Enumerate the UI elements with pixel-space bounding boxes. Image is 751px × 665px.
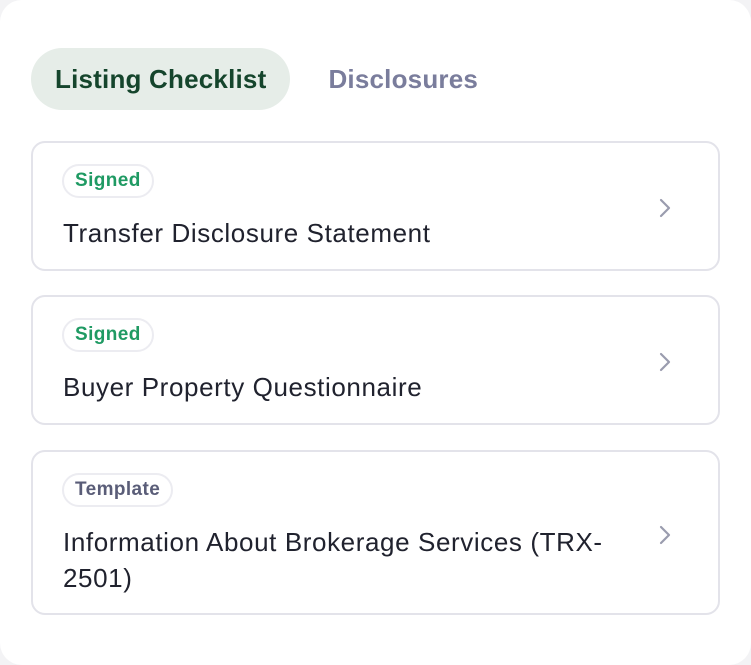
- document-card-brokerage-services[interactable]: Template Information About Brokerage Ser…: [31, 450, 720, 615]
- chevron-right-icon: [659, 525, 671, 545]
- tab-disclosures[interactable]: Disclosures: [290, 48, 516, 110]
- document-title: Buyer Property Questionnaire: [63, 372, 423, 402]
- chevron-right-icon: [659, 352, 671, 372]
- status-badge: Template: [62, 473, 174, 507]
- tab-listing-checklist[interactable]: Listing Checklist: [31, 48, 291, 110]
- chevron-right-icon: [659, 198, 671, 218]
- status-badge: Signed: [62, 318, 154, 352]
- tab-bar: Listing Checklist Disclosures: [31, 48, 516, 110]
- document-title: Information About Brokerage Services (TR…: [63, 527, 603, 593]
- disclosures-panel: Listing Checklist Disclosures Signed Tra…: [0, 0, 751, 665]
- document-card-buyer-questionnaire[interactable]: Signed Buyer Property Questionnaire: [31, 295, 720, 425]
- document-card-transfer-disclosure[interactable]: Signed Transfer Disclosure Statement: [31, 141, 720, 271]
- document-title: Transfer Disclosure Statement: [63, 218, 431, 248]
- status-badge: Signed: [62, 164, 154, 198]
